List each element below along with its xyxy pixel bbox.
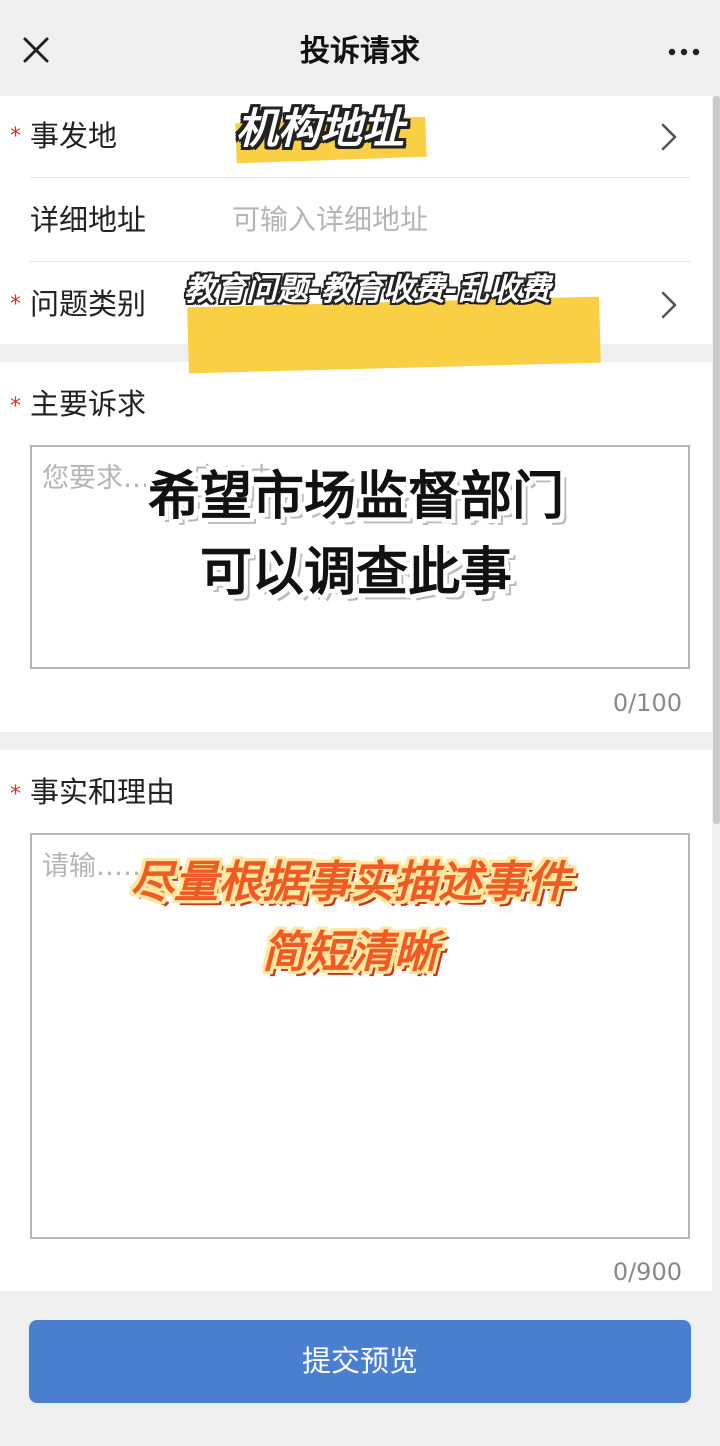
category-caption: 教育问题-教育收费-乱收费 [184,272,551,308]
facts-caption-line1: 尽量根据事实描述事件 [130,857,570,908]
scrollbar[interactable] [713,96,720,824]
required-mark: * [10,124,21,149]
page-title: 投诉请求 [300,34,420,69]
required-mark: * [10,782,21,807]
required-mark: * [10,394,21,419]
detail-address-row[interactable]: 详细地址 可输入详细地址 [0,178,712,262]
main-request-counter: 0/100 [612,689,682,717]
location-label: 事发地 [30,119,118,153]
chevron-right-icon [661,291,677,319]
detail-address-label: 详细地址 [30,203,147,237]
submit-preview-button[interactable]: 提交预览 [29,1320,691,1403]
request-caption-line1: 希望市场监督部门 [147,467,564,527]
category-label: 问题类别 [30,287,147,321]
more-icon[interactable] [664,32,704,72]
request-caption-line2: 可以调查此事 [199,543,512,603]
facts-caption-line2: 简短清晰 [262,927,438,978]
chevron-right-icon [661,123,677,151]
main-request-label: 主要诉求 [30,387,147,421]
facts-label: 事实和理由 [30,775,176,809]
nav-bar: 投诉请求 [0,0,720,96]
facts-card: * 事实和理由 请输…… 0/900 [0,750,712,1291]
required-mark: * [10,292,21,317]
detail-address-input[interactable]: 可输入详细地址 [232,200,428,240]
location-caption: 机构地址 [236,104,405,153]
facts-counter: 0/900 [612,1258,682,1286]
